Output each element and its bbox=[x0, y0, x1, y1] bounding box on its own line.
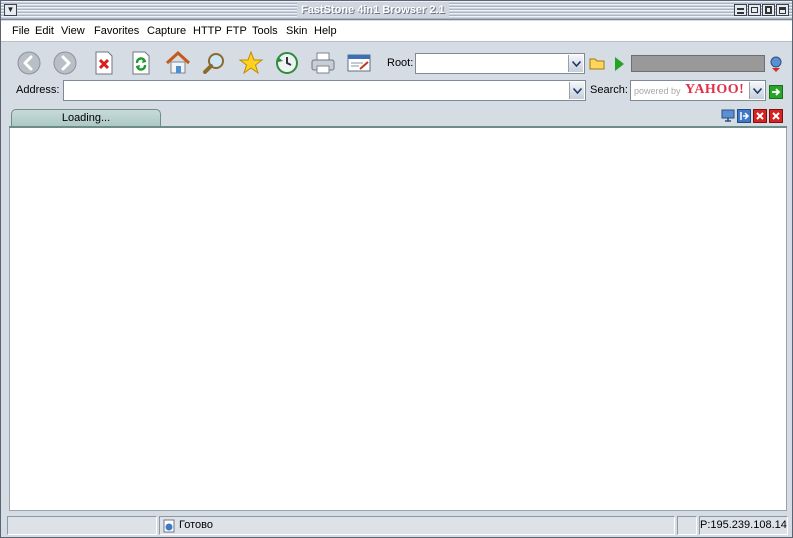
maximize-button[interactable] bbox=[762, 4, 775, 16]
search-button[interactable] bbox=[201, 50, 227, 76]
search-icon bbox=[203, 53, 224, 74]
history-icon bbox=[276, 52, 298, 74]
monitor-icon[interactable] bbox=[721, 109, 735, 123]
menu-favorites[interactable]: Favorites bbox=[94, 25, 139, 38]
chevron-down-icon[interactable] bbox=[568, 55, 583, 72]
back-icon bbox=[17, 51, 41, 75]
forward-icon bbox=[53, 51, 77, 75]
search-label: Search: bbox=[590, 84, 628, 96]
close-tab-icon[interactable] bbox=[753, 109, 767, 123]
home-icon bbox=[165, 50, 191, 74]
status-text: Готово bbox=[179, 519, 213, 531]
menu-bar: File Edit View Favorites Capture HTTP FT… bbox=[1, 21, 792, 42]
connect-icon[interactable] bbox=[768, 55, 784, 76]
menu-help[interactable]: Help bbox=[314, 25, 337, 38]
print-button[interactable] bbox=[310, 50, 336, 76]
arrow-right-icon bbox=[772, 88, 781, 96]
favorites-button[interactable] bbox=[238, 50, 264, 76]
ie-page-icon bbox=[162, 519, 176, 536]
status-panel-empty bbox=[677, 516, 697, 535]
print-icon bbox=[311, 52, 335, 74]
menu-edit[interactable]: Edit bbox=[35, 25, 54, 38]
menu-tools[interactable]: Tools bbox=[252, 25, 278, 38]
title-bar[interactable]: ▼ FastStone 4in1 Browser 2.1 bbox=[1, 1, 792, 20]
menu-view[interactable]: View bbox=[61, 25, 85, 38]
menu-file[interactable]: File bbox=[12, 25, 30, 38]
history-button[interactable] bbox=[274, 50, 300, 76]
progress-bar bbox=[631, 55, 765, 72]
menu-http[interactable]: HTTP bbox=[193, 25, 222, 38]
system-menu-icon[interactable]: ▼ bbox=[4, 4, 17, 16]
search-input[interactable]: powered by YAHOO! bbox=[630, 80, 766, 101]
edit-icon bbox=[347, 54, 371, 72]
browser-window: ▼ FastStone 4in1 Browser 2.1 File Edit V… bbox=[0, 0, 793, 538]
stop-icon bbox=[95, 51, 113, 75]
menu-skin[interactable]: Skin bbox=[286, 25, 307, 38]
menu-capture[interactable]: Capture bbox=[147, 25, 186, 38]
forward-button[interactable] bbox=[52, 50, 78, 76]
address-field[interactable] bbox=[63, 80, 586, 101]
restore-button[interactable] bbox=[748, 4, 761, 16]
ip-address: P:195.239.108.149 bbox=[700, 519, 788, 531]
page-content[interactable] bbox=[9, 128, 787, 511]
yahoo-logo: YAHOO! bbox=[685, 82, 745, 97]
refresh-icon bbox=[132, 51, 150, 75]
stop-button[interactable] bbox=[91, 50, 117, 76]
favorites-icon bbox=[238, 50, 264, 75]
address-label: Address: bbox=[16, 84, 60, 96]
back-button[interactable] bbox=[16, 50, 42, 76]
home-button[interactable] bbox=[165, 50, 191, 76]
search-go-button[interactable] bbox=[769, 85, 783, 99]
go-play-icon[interactable] bbox=[614, 56, 625, 75]
refresh-button[interactable] bbox=[128, 50, 154, 76]
minimize-button[interactable] bbox=[734, 4, 747, 16]
new-tab-icon[interactable] bbox=[737, 109, 751, 123]
edit-button[interactable] bbox=[346, 50, 372, 76]
folder-icon[interactable] bbox=[589, 56, 606, 73]
powered-by-text: powered by bbox=[634, 86, 681, 96]
window-title: FastStone 4in1 Browser 2.1 bbox=[297, 3, 449, 18]
chevron-down-icon[interactable] bbox=[569, 82, 584, 99]
root-combo[interactable] bbox=[415, 53, 585, 74]
status-panel-progress bbox=[7, 516, 157, 535]
root-label: Root: bbox=[387, 57, 414, 69]
chevron-down-icon[interactable] bbox=[749, 82, 764, 99]
menu-ftp[interactable]: FTP bbox=[226, 25, 247, 38]
close-button[interactable] bbox=[776, 4, 789, 16]
status-panel-message: Готово bbox=[159, 516, 675, 535]
status-panel-ip: P:195.239.108.149 bbox=[699, 516, 788, 535]
close-all-tabs-icon[interactable] bbox=[769, 109, 783, 123]
